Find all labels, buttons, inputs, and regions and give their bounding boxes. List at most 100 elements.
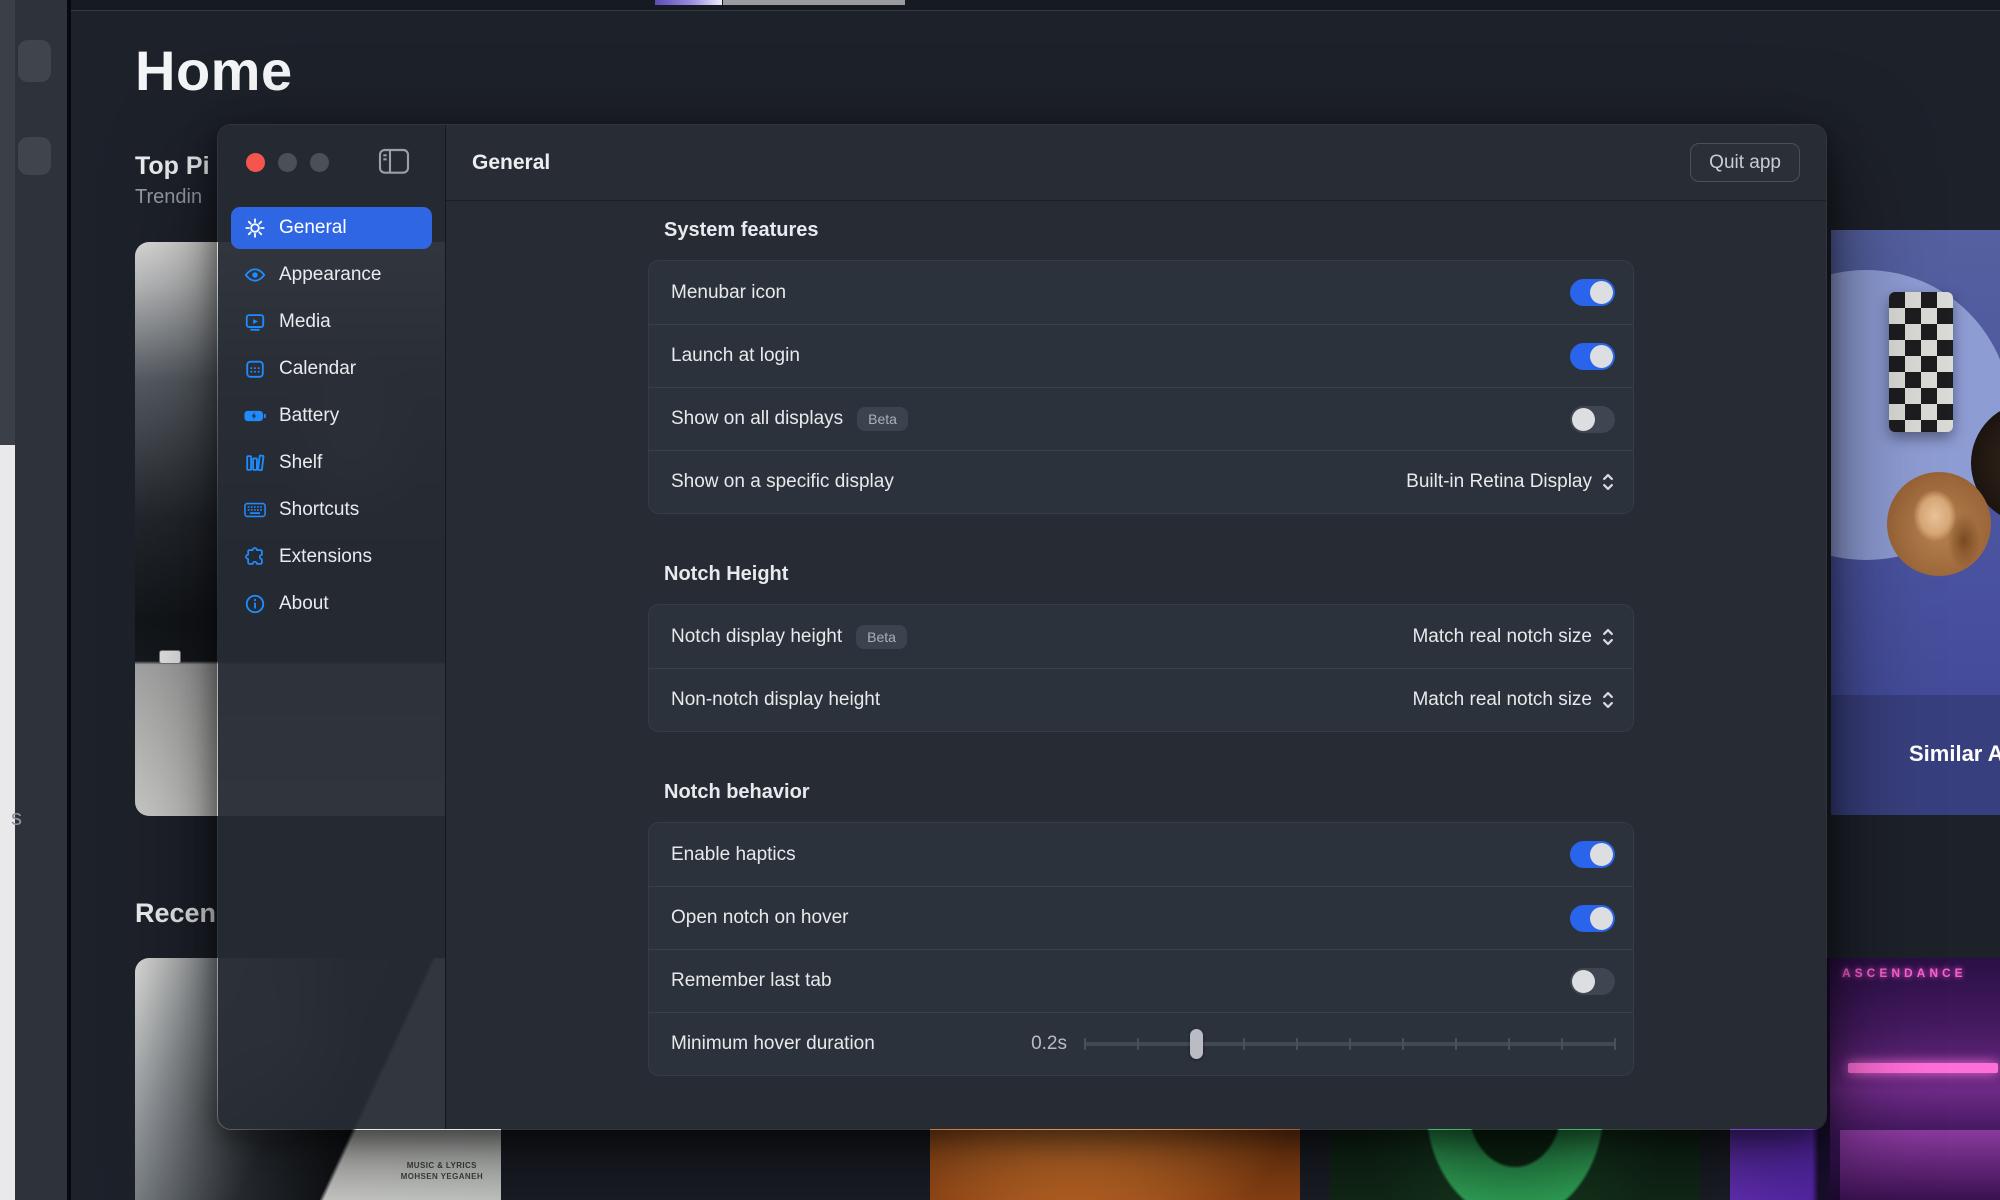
row-control [1570,905,1615,932]
stepper-value: Match real notch size [1412,689,1592,711]
stepper-value: Match real notch size [1412,626,1592,648]
toggle-knob [1590,843,1613,866]
background-sidebar-button[interactable] [18,137,51,175]
settings-sidebar-list: General Appearance Media Calendar Battery She… [231,207,432,625]
toggle-knob [1590,281,1613,304]
similar-artists-card[interactable]: Similar Artists M [1831,230,2000,815]
settings-row-show-on-all-displays: Show on all displaysBeta [649,387,1633,450]
stepper-chevrons-icon[interactable] [1601,471,1615,493]
settings-row-non-notch-display-height: Non-notch display heightMatch real notch… [649,668,1633,731]
stepper-chevrons-icon[interactable] [1601,626,1615,648]
toggle-knob [1590,907,1613,930]
show-on-all-displays-toggle[interactable] [1570,406,1615,433]
settings-row-enable-haptics: Enable haptics [649,823,1633,886]
sidebar-item-shortcuts[interactable]: Shortcuts [231,489,432,531]
media-icon [243,310,267,334]
row-control: 0.2s [1031,1029,1615,1059]
sidebar-item-label: Extensions [279,546,372,568]
sidebar-item-label: Shortcuts [279,499,359,521]
row-control: Match real notch size [1412,689,1615,711]
settings-content: General Quit app System featuresMenubar … [446,125,1826,1129]
settings-row-remember-last-tab: Remember last tab [649,949,1633,1012]
section-title: Notch behavior [664,781,1634,804]
setting-label: Launch at login [671,345,800,367]
poster-logo-badge [159,650,181,664]
calendar-icon [243,357,267,381]
row-control: Match real notch size [1412,626,1615,648]
slider-tick [1243,1038,1245,1050]
settings-row-minimum-hover-duration: Minimum hover duration0.2s [649,1012,1633,1075]
quit-app-button[interactable]: Quit app [1690,143,1800,182]
clipped-sidebar-text: s [11,805,22,831]
traffic-lights [246,153,329,172]
row-control [1570,841,1615,868]
clipped-progress-strip [723,0,905,5]
sidebar-item-about[interactable]: About [231,583,432,625]
section-title: Notch Height [664,563,1634,586]
screen: s Home Top Pi Trendin Recen MUSIC & LYRI… [0,0,2000,1200]
sidebar-toggle-icon[interactable] [378,148,410,176]
setting-label: Enable haptics [671,844,796,866]
launch-at-login-toggle[interactable] [1570,343,1615,370]
enable-haptics-toggle[interactable] [1570,841,1615,868]
setting-label: Remember last tab [671,970,832,992]
sidebar-item-label: General [279,217,347,239]
minimum-hover-duration-slider[interactable] [1085,1029,1615,1059]
sidebar-item-label: Appearance [279,264,381,286]
sidebar-item-media[interactable]: Media [231,301,432,343]
setting-label: Notch display height [671,626,842,648]
setting-label: Open notch on hover [671,907,848,929]
beta-badge: Beta [856,625,907,649]
row-control [1570,343,1615,370]
background-sidebar-button[interactable] [18,40,51,82]
remember-last-tab-toggle[interactable] [1570,968,1615,995]
close-button[interactable] [246,153,265,172]
row-control [1570,968,1615,995]
notch-display-height-stepper[interactable]: Match real notch size [1412,626,1615,648]
show-on-a-specific-display-stepper[interactable]: Built-in Retina Display [1406,471,1615,493]
pane-title: General [472,151,550,175]
slider-tick [1084,1038,1086,1050]
stepper-value: Built-in Retina Display [1406,471,1592,493]
slider-value: 0.2s [1031,1033,1067,1055]
settings-row-notch-display-height: Notch display height Beta Match real notch… [649,605,1633,668]
shelf-icon [243,451,267,475]
keyboard-icon [243,498,267,522]
settings-scroll-area: System featuresMenubar iconLaunch at log… [446,201,1826,1129]
page-title: Home [135,38,293,103]
neon-cover-title: ASCENDANCE [1842,966,1967,980]
setting-label: Menubar icon [671,282,786,304]
slider-thumb[interactable] [1190,1029,1203,1059]
chess-movie-poster [1889,292,1953,432]
row-control: Built-in Retina Display [1406,471,1615,493]
stepper-chevrons-icon[interactable] [1601,689,1615,711]
minimize-button[interactable] [278,153,297,172]
sidebar-item-label: Media [279,311,331,333]
media-app-titlebar [71,0,2000,11]
settings-window: General Appearance Media Calendar Battery She… [217,124,1827,1130]
settings-card: Notch display height Beta Match real notch… [648,604,1634,732]
settings-row-show-on-a-specific-display: Show on a specific displayBuilt-in Retin… [649,450,1633,513]
toggle-knob [1590,345,1613,368]
sidebar-item-appearance[interactable]: Appearance [231,254,432,296]
recent-heading: Recen [135,898,216,929]
sidebar-item-general[interactable]: General [231,207,432,249]
slider-tick [1137,1038,1139,1050]
sidebar-item-shelf[interactable]: Shelf [231,442,432,484]
menubar-icon-toggle[interactable] [1570,279,1615,306]
sidebar-item-calendar[interactable]: Calendar [231,348,432,390]
sidebar-item-battery[interactable]: Battery [231,395,432,437]
row-control [1570,406,1615,433]
sidebar-item-extensions[interactable]: Extensions [231,536,432,578]
artist-photo[interactable] [1887,472,1991,576]
open-notch-on-hover-toggle[interactable] [1570,905,1615,932]
gear-icon [243,216,267,240]
eye-icon [243,263,267,287]
non-notch-display-height-stepper[interactable]: Match real notch size [1412,689,1615,711]
similar-artists-label: Similar Artists [1909,741,2000,767]
settings-row-menubar-icon: Menubar icon [649,261,1633,324]
slider-tick [1349,1038,1351,1050]
beta-badge: Beta [857,407,908,431]
slider-tick [1614,1038,1616,1050]
zoom-button[interactable] [310,153,329,172]
